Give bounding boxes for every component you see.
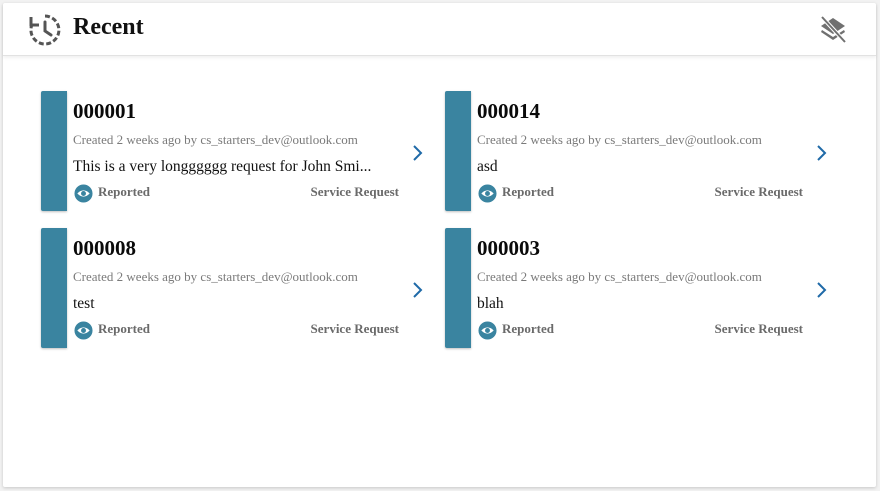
request-card[interactable]: 000003 Created 2 weeks ago by cs_starter…: [445, 228, 827, 349]
request-card[interactable]: 000014 Created 2 weeks ago by cs_starter…: [445, 91, 827, 212]
panel-header: Recent: [3, 3, 876, 56]
chevron-right-icon[interactable]: [411, 143, 425, 163]
eye-icon: [74, 321, 93, 340]
request-meta: Created 2 weeks ago by cs_starters_dev@o…: [73, 269, 358, 284]
card-accent-bar: [41, 228, 67, 348]
request-number: 000008: [73, 236, 136, 260]
card-accent-bar: [445, 228, 471, 348]
request-type: Service Request: [310, 184, 399, 199]
status-label: Reported: [502, 321, 554, 336]
request-description: blah: [477, 295, 504, 312]
chevron-right-icon[interactable]: [815, 143, 829, 163]
status-label: Reported: [502, 184, 554, 199]
request-description: test: [73, 295, 95, 312]
layers-clear-icon[interactable]: [818, 14, 848, 44]
chevron-right-icon[interactable]: [815, 280, 829, 300]
history-icon: [29, 14, 61, 46]
eye-icon: [478, 184, 497, 203]
request-number: 000001: [73, 99, 136, 123]
request-meta: Created 2 weeks ago by cs_starters_dev@o…: [73, 132, 358, 147]
request-type: Service Request: [310, 321, 399, 336]
request-number: 000003: [477, 236, 540, 260]
card-accent-bar: [41, 91, 67, 211]
request-meta: Created 2 weeks ago by cs_starters_dev@o…: [477, 269, 762, 284]
status-label: Reported: [98, 321, 150, 336]
request-description: asd: [477, 158, 498, 175]
page-title: Recent: [73, 14, 144, 40]
request-card[interactable]: 000001 Created 2 weeks ago by cs_starter…: [41, 91, 423, 212]
request-type: Service Request: [714, 321, 803, 336]
request-meta: Created 2 weeks ago by cs_starters_dev@o…: [477, 132, 762, 147]
request-description: This is a very longggggg request for Joh…: [73, 158, 372, 175]
request-type: Service Request: [714, 184, 803, 199]
eye-icon: [74, 184, 93, 203]
request-number: 000014: [477, 99, 540, 123]
status-label: Reported: [98, 184, 150, 199]
chevron-right-icon[interactable]: [411, 280, 425, 300]
request-card[interactable]: 000008 Created 2 weeks ago by cs_starter…: [41, 228, 423, 349]
card-accent-bar: [445, 91, 471, 211]
eye-icon: [478, 321, 497, 340]
